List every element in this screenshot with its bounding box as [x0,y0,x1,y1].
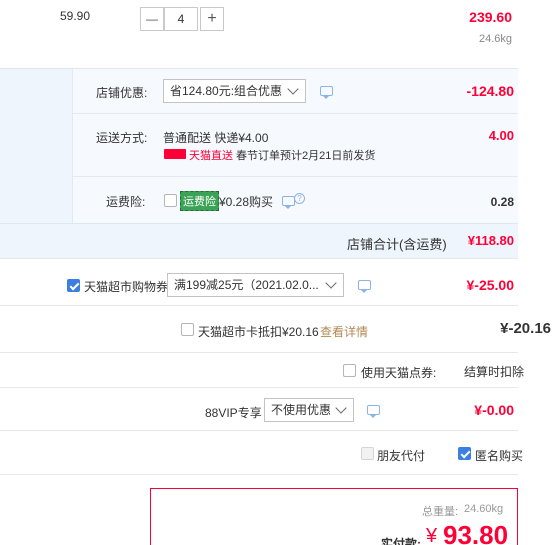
store-discount-select[interactable]: 省124.80元:组合优惠 [163,79,306,103]
shipping-amount: 4.00 [488,128,514,143]
divider [72,176,518,177]
quantity-input[interactable]: 4 [164,7,198,31]
message-icon[interactable] [367,405,380,418]
insurance-checkbox[interactable] [164,194,177,207]
item-row: 59.90 — 4 + 239.60 24.6kg [0,0,518,68]
insurance-label: 运费险: [106,195,146,209]
pay-label: 实付款: [381,537,421,545]
divider [72,113,518,114]
points-checkbox[interactable] [343,364,356,377]
divider [0,387,518,388]
divider [0,430,518,431]
item-weight: 24.6kg [478,33,512,45]
tmall-direct-icon [164,149,186,159]
order-summary-box: 总重量: 24.60kg 实付款: ¥ 93.80 [150,488,518,545]
supermarket-coupon-select[interactable]: 满199减25元（2021.02.0... [167,273,344,297]
supermarket-coupon-label: 天猫超市购物券 [84,280,169,294]
insurance-price: ¥0.28购买 [219,195,274,209]
message-icon[interactable] [320,86,333,99]
friend-pay-label: 朋友代付 [377,449,426,463]
help-icon[interactable]: ? [294,193,305,204]
shipping-note: 春节订单预计2月21日前发货 [236,150,376,162]
item-subtotal: 239.60 [469,9,512,25]
chevron-down-icon [325,277,337,289]
shipping-label: 运送方式: [96,131,148,145]
supermarket-card-amount: ¥-20.16 [500,320,551,337]
store-total-amount: ¥118.80 [467,233,514,248]
points-label: 使用天猫点券: [361,366,437,380]
supermarket-card-label: 天猫超市卡抵扣¥20.16 [198,325,319,339]
divider [0,474,518,475]
store-total-label: 店铺合计(含运费) [347,237,447,252]
quantity-plus-button[interactable]: + [200,7,224,31]
anonymous-checkbox[interactable] [458,447,471,460]
divider [0,258,518,259]
pay-amount: 93.80 [443,520,509,545]
store-discount-amount: -124.80 [466,83,514,99]
divider [0,352,518,353]
shipping-method: 普通配送 快递¥4.00 [163,131,269,145]
pay-currency: ¥ [426,525,438,545]
supermarket-card-checkbox[interactable] [181,323,194,336]
unit-price: 59.90 [60,9,91,23]
vip-amount: ¥-0.00 [474,402,514,418]
supermarket-card-link[interactable]: 查看详情 [320,323,368,340]
vip-label: 88VIP专享 [205,406,262,420]
total-weight-value: 24.60kg [464,503,504,515]
divider [0,305,518,306]
divider [0,223,518,224]
insurance-amount: 0.28 [490,195,514,209]
supermarket-coupon-checkbox[interactable] [67,279,80,292]
vip-select[interactable]: 不使用优惠 [264,398,354,422]
chevron-down-icon [287,83,299,95]
message-icon[interactable] [358,280,371,293]
anonymous-label: 匿名购买 [475,449,524,463]
quantity-minus-button[interactable]: — [140,7,164,31]
chevron-down-icon [335,402,347,414]
store-discount-label: 店铺优惠: [96,86,148,100]
points-note: 结算时扣除 [464,365,525,379]
insurance-tag: 运费险 [180,191,219,211]
supermarket-coupon-amount: ¥-25.00 [466,277,514,293]
total-weight-label: 总重量: [422,506,459,518]
shipping-badge: 天猫直送 [189,150,233,162]
friend-pay-checkbox [361,447,374,460]
